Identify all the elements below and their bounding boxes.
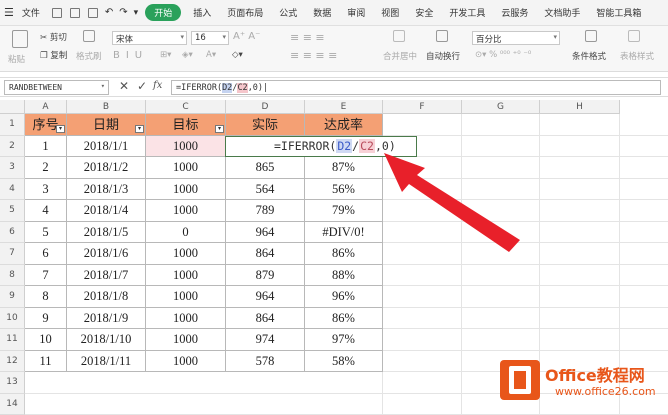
office-logo-icon xyxy=(500,360,540,400)
logo-title: Office教程网 xyxy=(545,362,645,386)
logo-url: www.office26.com xyxy=(555,385,656,398)
red-arrow-icon xyxy=(384,153,520,252)
arrow-annotation xyxy=(0,0,668,413)
office-logo: Office教程网 www.office26.com xyxy=(500,360,662,404)
